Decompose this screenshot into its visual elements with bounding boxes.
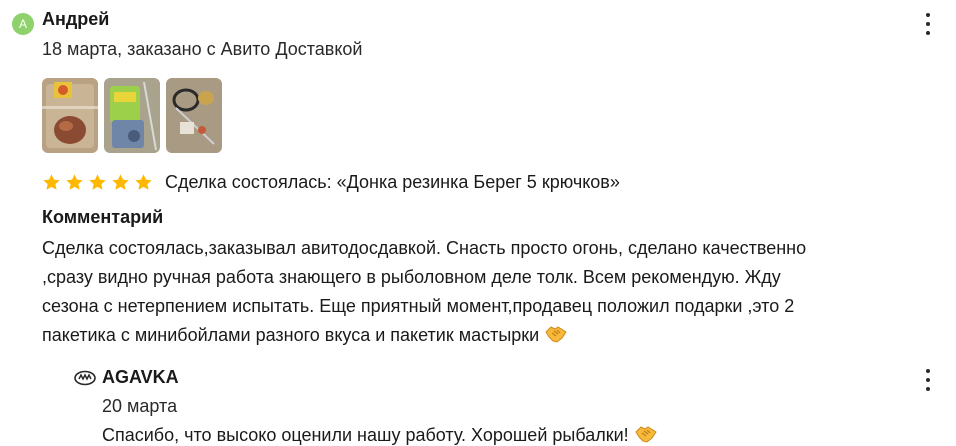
comment-line: ,сразу видно ручная работа знающего в ры… xyxy=(42,267,781,287)
comment-line: пакетика с минибойлами разного вкуса и п… xyxy=(42,325,540,345)
deal-title: Сделка состоялась: «Донка резинка Берег … xyxy=(165,172,620,192)
star-icon xyxy=(89,174,106,190)
agavka-logo-icon xyxy=(74,370,96,386)
handshake-emoji-icon xyxy=(545,326,567,343)
reply-message: Спасибо, что высоко оценили нашу работу.… xyxy=(102,425,629,445)
reply-more-menu-icon[interactable] xyxy=(925,369,931,391)
reply-date: 20 марта xyxy=(102,396,178,416)
photo-gallery xyxy=(42,78,222,153)
avatar[interactable]: А xyxy=(12,13,34,35)
review-more-menu-icon[interactable] xyxy=(925,13,931,35)
comment-line-last: пакетика с минибойлами разного вкуса и п… xyxy=(42,321,942,350)
reply-text: Спасибо, что высоко оценили нашу работу.… xyxy=(102,424,657,446)
star-icon xyxy=(112,174,129,190)
comment-line: сезона с нетерпением испытать. Еще прият… xyxy=(42,296,795,316)
reply-author[interactable]: AGAVKA xyxy=(102,367,179,388)
star-rating xyxy=(42,173,153,192)
handshake-emoji-icon xyxy=(635,426,657,443)
comment-line: Сделка состоялась,заказывал авитодосдавк… xyxy=(42,238,807,258)
star-icon xyxy=(135,174,152,190)
review-photo-3[interactable] xyxy=(166,78,222,153)
review-card: А Андрей 18 марта, заказано с Авито Дост… xyxy=(0,0,956,446)
star-icon xyxy=(66,174,83,190)
star-icon xyxy=(43,174,60,190)
review-author[interactable]: Андрей xyxy=(42,9,109,30)
review-photo-1[interactable] xyxy=(42,78,98,153)
comment-text: Сделка состоялась,заказывал авитодосдавк… xyxy=(42,234,942,350)
review-meta: 18 марта, заказано с Авито Доставкой xyxy=(42,39,363,59)
rating-row: Сделка состоялась: «Донка резинка Берег … xyxy=(42,172,620,193)
review-photo-2[interactable] xyxy=(104,78,160,153)
comment-heading: Комментарий xyxy=(42,207,164,227)
